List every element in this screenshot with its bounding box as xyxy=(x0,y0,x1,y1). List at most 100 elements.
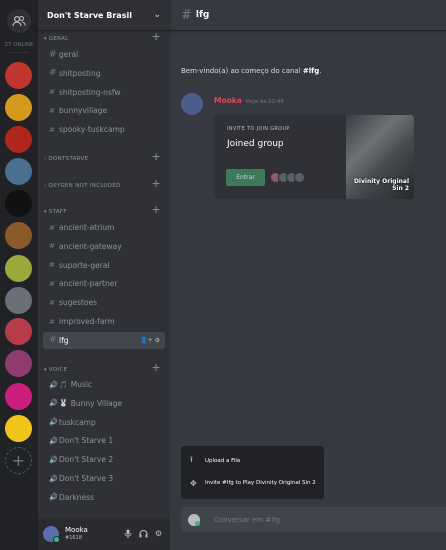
channel-tuskcamp[interactable]: 🔊 tuskcamp xyxy=(43,414,165,431)
server-icon[interactable] xyxy=(5,222,32,249)
channel-label: ancient-atrium xyxy=(59,223,115,232)
server-icon[interactable] xyxy=(5,383,32,410)
add-channel-icon[interactable]: + xyxy=(151,30,161,43)
game-cover-image: Divinity Original Sin 2 xyxy=(346,115,414,199)
channel-emoji: 🎵 xyxy=(59,380,68,389)
channel-label: sugestoes xyxy=(59,298,97,308)
avatar[interactable] xyxy=(43,526,60,543)
online-count: 27 ONLINE xyxy=(4,42,34,48)
upload-file-option[interactable]: ⭱ Upload a File xyxy=(181,452,324,470)
channel-music[interactable]: 🔊 🎵 Music xyxy=(43,376,165,393)
message-header: Mooka Hoje às 21:48 xyxy=(214,96,284,105)
microphone-icon[interactable] xyxy=(124,529,132,540)
add-channel-icon[interactable]: + xyxy=(151,203,161,216)
channel-ancient-gateway[interactable]: # ancient-gateway xyxy=(43,238,165,255)
add-channel-icon[interactable]: + xyxy=(151,177,161,190)
channel-header: # lfg xyxy=(170,0,446,31)
channel-shitposting-nsfw[interactable]: # shitposting-nsfw xyxy=(43,84,165,101)
server-icon[interactable] xyxy=(5,94,32,121)
category-staff[interactable]: ▾ STAFF + xyxy=(38,203,170,218)
channel-label: improved-farm xyxy=(59,317,115,326)
message-author[interactable]: Mooka xyxy=(214,96,242,105)
channel-bunnyvillage[interactable]: # bunnyvillage xyxy=(43,102,165,119)
upload-menu: ⭱ Upload a File ✥ Invite #lfg to Play Divi… xyxy=(181,446,324,499)
server-icon[interactable] xyxy=(5,190,32,217)
chevron-right-icon: › xyxy=(44,183,47,189)
server-icon[interactable] xyxy=(5,350,32,377)
server-icon[interactable] xyxy=(5,318,32,345)
server-icon[interactable] xyxy=(5,255,32,282)
avatar[interactable] xyxy=(181,93,203,115)
channel-label: Don't Starve 3 xyxy=(59,474,114,483)
channel-spooky-tuskcamp[interactable]: # spooky-tuskcamp xyxy=(43,121,165,138)
channel-improved-farm[interactable]: # improved-farm xyxy=(43,313,165,330)
channel-label: Don't Starve 1 xyxy=(59,436,114,446)
home-friends-button[interactable] xyxy=(7,9,31,33)
category-label: OXYGEN NOT INCLUDED xyxy=(48,183,121,189)
username: Mooka xyxy=(65,526,88,534)
channel-suporte-geral[interactable]: # suporte-geral xyxy=(43,257,165,274)
channel-lfg[interactable]: # lfg 👤+ ⚙ xyxy=(43,331,165,349)
user-panel: Mooka #1618 ⚙ xyxy=(38,518,170,550)
server-name: Don't Starve Brasil xyxy=(47,10,132,20)
speaker-icon: 🔊 xyxy=(49,436,58,445)
category-geral[interactable]: ▾ GERAL + xyxy=(38,30,170,45)
channel-ancient-partner[interactable]: # ancient-partner xyxy=(43,275,165,292)
avatar xyxy=(294,172,305,183)
chevron-down-icon: ⌄ xyxy=(153,10,161,20)
upload-file-label: Upload a File xyxy=(205,458,241,464)
message-timestamp: Hoje às 21:48 xyxy=(245,99,284,105)
chevron-down-icon: ▾ xyxy=(44,209,47,215)
channel-actions[interactable]: 👤+ ⚙ xyxy=(140,337,160,344)
hash-icon: # xyxy=(49,68,57,79)
server-icon[interactable] xyxy=(5,126,32,153)
channel-bunny-village[interactable]: 🔊 🐰 Bunny Village xyxy=(43,395,165,412)
channel-label: spooky-tuskcamp xyxy=(59,125,125,135)
channel-don-t-starve-2[interactable]: 🔊 Don't Starve 2 xyxy=(43,451,165,468)
add-channel-icon[interactable]: + xyxy=(151,150,161,163)
channel-shitposting[interactable]: # shitposting xyxy=(43,65,165,82)
welcome-channel: #lfg xyxy=(302,67,320,75)
category-voice[interactable]: ▾ VOICE + xyxy=(38,361,170,376)
game-title: Divinity Original Sin 2 xyxy=(353,178,409,192)
channel-ancient-atrium[interactable]: # ancient-atrium xyxy=(43,219,165,236)
headphones-icon[interactable] xyxy=(139,529,148,540)
user-tag: #1618 xyxy=(65,535,82,541)
plus-icon: + xyxy=(11,451,26,470)
upload-plus-icon[interactable] xyxy=(188,513,200,526)
channel-don-t-starve-3[interactable]: 🔊 Don't Starve 3 xyxy=(43,470,165,487)
invite-to-play-option[interactable]: ✥ Invite #lfg to Play Divinity Original S… xyxy=(181,474,324,492)
message-input-bar: Conversar em #lfg xyxy=(181,507,446,532)
speaker-icon: 🔊 xyxy=(49,474,58,483)
message-input[interactable]: Conversar em #lfg xyxy=(214,516,280,524)
hash-icon: # xyxy=(49,335,57,346)
category-dontstarve[interactable]: › DONTSTARVE + xyxy=(38,150,170,165)
locked-hash-icon: # xyxy=(49,88,55,97)
locked-hash-icon: # xyxy=(49,279,55,288)
server-icon[interactable] xyxy=(5,158,32,185)
category-oxygen[interactable]: › OXYGEN NOT INCLUDED + xyxy=(38,177,170,192)
hash-icon: # xyxy=(181,7,192,23)
chevron-down-icon: ▾ xyxy=(44,367,47,373)
channel-sidebar: Don't Starve Brasil ⌄ ▾ GERAL + # geral # shi… xyxy=(38,0,170,550)
gamepad-icon: ✥ xyxy=(190,478,197,488)
locked-hash-icon: # xyxy=(49,261,55,270)
gear-icon[interactable]: ⚙ xyxy=(155,529,162,540)
server-icon[interactable] xyxy=(5,287,32,314)
server-icon[interactable] xyxy=(5,415,32,442)
invite-title: Joined group xyxy=(227,139,284,149)
add-server-button[interactable]: + xyxy=(5,447,32,474)
channel-sugestoes[interactable]: # sugestoes xyxy=(43,294,165,311)
add-channel-icon[interactable]: + xyxy=(151,361,161,374)
channel-geral[interactable]: # geral xyxy=(43,46,165,63)
category-label: STAFF xyxy=(48,209,67,215)
channel-darkness[interactable]: 🔊 Darkness xyxy=(43,489,165,506)
channel-label: tuskcamp xyxy=(59,417,96,427)
server-icon[interactable] xyxy=(5,62,32,89)
channel-don-t-starve-1[interactable]: 🔊 Don't Starve 1 xyxy=(43,432,165,449)
group-invite-card: INVITE TO JOIN GROUP Joined group Entrar… xyxy=(214,115,414,199)
join-button[interactable]: Entrar xyxy=(226,169,265,186)
category-label: DONTSTARVE xyxy=(48,156,89,162)
welcome-message: Bem-vindo(a) ao começo do canal #lfg. xyxy=(181,67,321,75)
server-header[interactable]: Don't Starve Brasil ⌄ xyxy=(38,0,170,31)
